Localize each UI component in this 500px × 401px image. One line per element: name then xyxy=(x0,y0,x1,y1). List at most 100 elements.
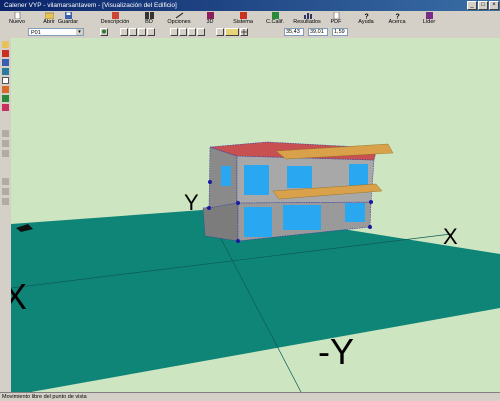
floor-select[interactable]: P01 ▾ xyxy=(28,28,84,36)
3d-button[interactable]: 3D xyxy=(203,11,217,27)
description-icon xyxy=(111,12,119,19)
vertex[interactable] xyxy=(368,225,372,229)
save-label: Guardar xyxy=(57,19,79,25)
title-bar: Calener VYP - vilamarsantavem - [Visuali… xyxy=(0,0,500,11)
zoom-field[interactable]: 1,59 xyxy=(332,28,348,36)
help-label: Ayuda xyxy=(358,19,374,25)
bridge-icon[interactable] xyxy=(2,104,9,111)
vertex[interactable] xyxy=(207,206,211,210)
rating-icon xyxy=(271,12,279,19)
results-button[interactable]: Resultados xyxy=(290,11,324,27)
about-icon: ? xyxy=(395,14,399,20)
rating-label: C.Calif. xyxy=(265,19,285,25)
coord-x-value: 35,43 xyxy=(286,29,300,35)
window xyxy=(287,166,312,188)
system-button[interactable]: Sistema xyxy=(229,11,257,27)
view-button-1[interactable] xyxy=(120,28,128,36)
wall-icon[interactable] xyxy=(2,50,9,57)
crosshair-button[interactable] xyxy=(240,28,248,36)
pdf-button[interactable]: PDF xyxy=(328,11,344,27)
floor-select-value: P01 xyxy=(31,30,41,36)
tool-c-icon[interactable] xyxy=(2,150,9,157)
vertex[interactable] xyxy=(236,239,240,243)
options-icon xyxy=(175,12,183,19)
new-button[interactable]: Nuevo xyxy=(6,11,28,27)
status-text: Movimiento libre del punto de vista xyxy=(2,394,87,400)
results-label: Resultados xyxy=(293,19,321,25)
axis-y-label: Y xyxy=(184,190,199,215)
options-button[interactable]: Opciones xyxy=(164,11,194,27)
axis-neg-y-label: -Y xyxy=(318,331,354,372)
crosshair-icon xyxy=(241,29,247,35)
window-icon[interactable] xyxy=(2,59,9,66)
vertex[interactable] xyxy=(236,201,240,205)
system-label: Sistema xyxy=(233,19,253,25)
tool-button-6[interactable] xyxy=(225,28,239,36)
options-label: Opciones xyxy=(167,19,191,25)
tool-a-icon[interactable] xyxy=(2,130,9,137)
tool-b-icon[interactable] xyxy=(2,140,9,147)
coord-x-field[interactable]: 35,43 xyxy=(284,28,304,36)
close-button[interactable]: × xyxy=(489,1,499,10)
minimize-button[interactable]: _ xyxy=(467,1,477,10)
description-button[interactable]: Descripción xyxy=(100,11,130,27)
help-icon: ? xyxy=(364,14,368,20)
lider-icon xyxy=(425,12,433,19)
view-button-2[interactable] xyxy=(129,28,137,36)
3d-icon xyxy=(206,12,214,19)
chevron-down-icon[interactable]: ▾ xyxy=(76,29,83,35)
tool-button-4[interactable] xyxy=(197,28,205,36)
save-button[interactable]: Guardar xyxy=(56,11,80,27)
window xyxy=(244,207,272,237)
save-icon xyxy=(64,12,72,19)
rating-button[interactable]: C.Calif. xyxy=(264,11,286,27)
axis-neg-x-label: -X xyxy=(11,276,27,317)
coord-y-field[interactable]: 39,01 xyxy=(308,28,328,36)
select-icon[interactable] xyxy=(2,41,9,48)
tool-f-icon[interactable] xyxy=(2,198,9,205)
window xyxy=(345,203,365,222)
tool-button-5[interactable] xyxy=(216,28,224,36)
help-button[interactable]: ? Ayuda xyxy=(356,11,376,27)
pdf-label: PDF xyxy=(330,19,342,25)
description-label: Descripción xyxy=(100,19,130,25)
scene-canvas: Y X -Y -X xyxy=(11,141,500,392)
lider-label: Líder xyxy=(422,19,436,25)
view-button-3[interactable] xyxy=(138,28,146,36)
window xyxy=(221,166,231,186)
tool-e-icon[interactable] xyxy=(2,188,9,195)
space-icon[interactable] xyxy=(2,77,9,84)
maximize-button[interactable]: □ xyxy=(478,1,488,10)
vertex[interactable] xyxy=(208,180,212,184)
lider-button[interactable]: Líder xyxy=(419,11,439,27)
tool-button-1[interactable] xyxy=(170,28,178,36)
tree-button[interactable] xyxy=(100,28,108,36)
about-label: Acerca xyxy=(388,19,406,25)
status-bar: Movimiento libre del punto de vista xyxy=(0,392,500,400)
tool-button-2[interactable] xyxy=(179,28,187,36)
tool-button-3[interactable] xyxy=(188,28,196,36)
3d-viewport[interactable]: Y X -Y -X xyxy=(11,38,500,392)
shade-icon[interactable] xyxy=(2,95,9,102)
window xyxy=(244,165,269,195)
pdf-icon xyxy=(333,12,339,19)
roof-icon[interactable] xyxy=(2,86,9,93)
vertex[interactable] xyxy=(369,200,373,204)
system-icon xyxy=(239,12,247,19)
about-button[interactable]: ? Acerca xyxy=(385,11,409,27)
new-label: Nuevo xyxy=(9,19,25,25)
main-toolbar: Nuevo Abrir Guardar Descripción BD Opcio… xyxy=(0,11,500,28)
tool-d-icon[interactable] xyxy=(2,178,9,185)
new-file-icon xyxy=(14,12,20,19)
window xyxy=(349,164,368,186)
bd-label: BD xyxy=(145,19,153,25)
window-title: Calener VYP - vilamarsantavem - [Visuali… xyxy=(4,2,177,9)
window xyxy=(283,205,321,230)
bd-button[interactable]: BD xyxy=(140,11,158,27)
view-button-4[interactable] xyxy=(147,28,155,36)
floor-icon[interactable] xyxy=(2,68,9,75)
open-folder-icon xyxy=(44,12,54,19)
3d-label: 3D xyxy=(206,19,214,25)
coord-y-value: 39,01 xyxy=(310,29,324,35)
zoom-value: 1,59 xyxy=(334,29,345,35)
